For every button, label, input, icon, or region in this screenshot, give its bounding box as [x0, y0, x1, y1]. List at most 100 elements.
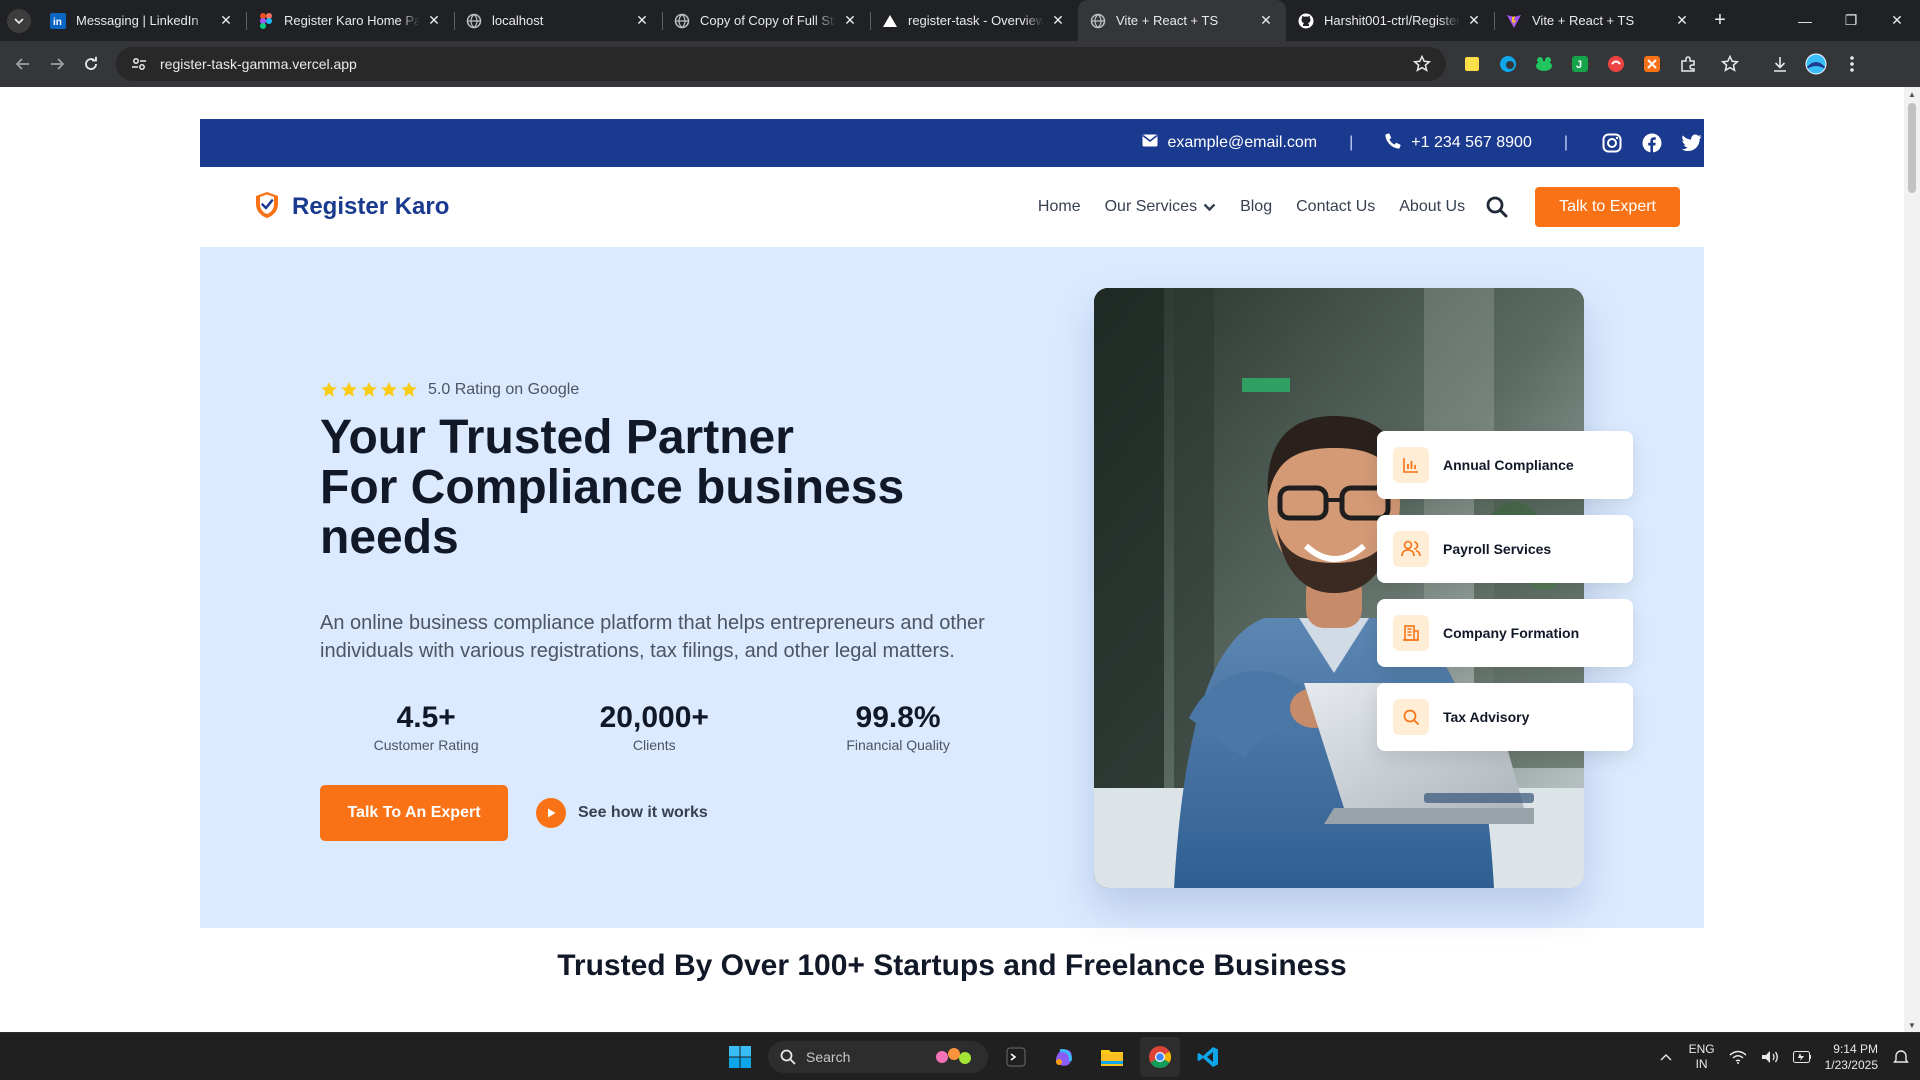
phone-text: +1 234 567 8900 [1411, 134, 1532, 151]
notes-extension-icon[interactable] [1460, 52, 1484, 76]
windows-start-icon[interactable] [720, 1037, 760, 1077]
app-icon-terminal[interactable] [996, 1037, 1036, 1077]
talk-to-expert-button[interactable]: Talk to Expert [1535, 187, 1680, 227]
tab-title: Messaging | LinkedIn [76, 13, 199, 28]
see-how-it-works-button[interactable]: See how it works [536, 798, 708, 828]
brand-logo[interactable]: Register Karo [254, 191, 449, 224]
tab-title: Copy of Copy of Full Stack [700, 13, 836, 28]
rating-stars [320, 381, 418, 399]
email-contact[interactable]: example@email.com [1142, 134, 1317, 152]
arrow-left-icon [15, 58, 29, 70]
service-card-tax-advisory[interactable]: Tax Advisory [1377, 683, 1633, 751]
reload-button[interactable] [74, 47, 108, 81]
browser-tab[interactable]: register-task - Overview – ✕ [870, 0, 1078, 41]
globe-icon [466, 13, 482, 29]
copilot-icon[interactable] [1044, 1037, 1084, 1077]
wifi-icon[interactable] [1729, 1048, 1747, 1066]
phone-contact[interactable]: +1 234 567 8900 [1385, 132, 1532, 154]
vercel-icon [882, 13, 898, 29]
nav-link-about-us[interactable]: About Us [1399, 198, 1465, 216]
scroll-up-arrow-icon[interactable]: ▲ [1904, 87, 1920, 101]
browser-tab[interactable]: localhost ✕ [454, 0, 662, 41]
github-icon [1298, 13, 1314, 29]
browser-tab[interactable]: in Messaging | LinkedIn ✕ [38, 0, 246, 41]
profile-avatar-icon[interactable] [1804, 52, 1828, 76]
new-tab-button[interactable]: + [1702, 0, 1738, 41]
building-icon [1393, 615, 1429, 651]
nav-link-our-services[interactable]: Our Services [1105, 198, 1216, 216]
forward-button[interactable] [40, 47, 74, 81]
stat-label: Customer Rating [373, 737, 479, 753]
chrome-icon[interactable] [1140, 1037, 1180, 1077]
puzzle-extensions-icon[interactable] [1676, 52, 1700, 76]
bookmark-star-icon[interactable] [1412, 54, 1432, 74]
back-button[interactable] [6, 47, 40, 81]
browser-tab[interactable]: Harshit001-ctrl/Register-t ✕ [1286, 0, 1494, 41]
nav-link-home[interactable]: Home [1038, 198, 1081, 216]
nav-link-label: Our Services [1104, 198, 1198, 215]
service-label: Tax Advisory [1443, 709, 1530, 725]
battery-icon[interactable] [1792, 1048, 1811, 1066]
green-extension-icon[interactable]: J [1568, 52, 1592, 76]
chevron-up-icon[interactable] [1657, 1048, 1675, 1066]
file-explorer-icon[interactable] [1092, 1037, 1132, 1077]
browser-tab-bar: in Messaging | LinkedIn ✕ Register Karo … [0, 0, 1920, 41]
facebook-icon[interactable] [1640, 131, 1664, 155]
hero-title-line2: For Compliance business needs [320, 461, 905, 564]
system-clock[interactable]: 9:14 PM 1/23/2025 [1825, 1041, 1878, 1073]
globe-icon [674, 13, 690, 29]
close-tab-icon[interactable]: ✕ [1674, 12, 1690, 29]
service-card-company-formation[interactable]: Company Formation [1377, 599, 1633, 667]
nav-link-blog[interactable]: Blog [1240, 198, 1272, 216]
language-code: ENG [1688, 1042, 1715, 1056]
service-card-payroll-services[interactable]: Payroll Services [1377, 515, 1633, 583]
talk-to-an-expert-button[interactable]: Talk To An Expert [320, 785, 508, 841]
address-bar[interactable]: register-task-gamma.vercel.app [116, 47, 1446, 81]
bookmarks-icon[interactable] [1718, 52, 1742, 76]
nav-link-contact-us[interactable]: Contact Us [1296, 198, 1375, 216]
volume-icon[interactable] [1761, 1048, 1779, 1066]
page-viewport: example@email.com | +1 234 567 8900 | Re… [0, 87, 1904, 1032]
service-card-annual-compliance[interactable]: Annual Compliance [1377, 431, 1633, 499]
play-icon [536, 798, 566, 828]
instagram-icon[interactable] [1600, 131, 1624, 155]
menu-kebab-icon[interactable] [1840, 52, 1864, 76]
twitter-icon[interactable] [1680, 131, 1704, 155]
red-circle-extension-icon[interactable] [1604, 52, 1628, 76]
browser-tab[interactable]: Register Karo Home Page ✕ [246, 0, 454, 41]
page-scrollbar[interactable]: ▲ ▼ [1904, 87, 1920, 1032]
browser-tab[interactable]: Vite + React + TS ✕ [1494, 0, 1702, 41]
browser-tab-active[interactable]: Vite + React + TS ✕ [1078, 0, 1286, 41]
close-tab-icon[interactable]: ✕ [426, 12, 442, 29]
rating-text: 5.0 Rating on Google [428, 381, 580, 398]
stat-item: 99.8% Financial Quality [776, 701, 1020, 753]
close-tab-icon[interactable]: ✕ [842, 12, 858, 29]
browser-tab[interactable]: Copy of Copy of Full Stack ✕ [662, 0, 870, 41]
vscode-icon[interactable] [1188, 1037, 1228, 1077]
minimize-button[interactable]: — [1782, 0, 1828, 41]
close-tab-icon[interactable]: ✕ [218, 12, 234, 29]
red-square-extension-icon[interactable] [1640, 52, 1664, 76]
search-icon[interactable] [1483, 193, 1511, 221]
close-tab-icon[interactable]: ✕ [1466, 12, 1482, 29]
frog-extension-icon[interactable] [1532, 52, 1556, 76]
notification-icon[interactable] [1892, 1048, 1910, 1066]
tab-search-button[interactable] [0, 0, 38, 41]
scrollbar-thumb[interactable] [1908, 103, 1916, 193]
star-icon [321, 382, 337, 397]
hero-title: Your Trusted Partner For Compliance busi… [320, 413, 1020, 563]
close-tab-icon[interactable]: ✕ [1258, 12, 1274, 29]
close-tab-icon[interactable]: ✕ [634, 12, 650, 29]
download-icon[interactable] [1768, 52, 1792, 76]
edge-extension-icon[interactable] [1496, 52, 1520, 76]
url-text[interactable]: register-task-gamma.vercel.app [160, 56, 1412, 72]
stat-label: Clients [632, 737, 676, 753]
language-indicator[interactable]: ENG IN [1689, 1042, 1715, 1072]
taskbar-search[interactable]: Search [768, 1041, 988, 1073]
scroll-down-arrow-icon[interactable]: ▼ [1904, 1018, 1920, 1032]
google-rating: 5.0 Rating on Google [320, 381, 1020, 399]
restore-button[interactable]: ❐ [1828, 0, 1874, 41]
site-info-icon[interactable] [130, 55, 148, 73]
close-window-button[interactable]: ✕ [1874, 0, 1920, 41]
close-tab-icon[interactable]: ✕ [1050, 12, 1066, 29]
